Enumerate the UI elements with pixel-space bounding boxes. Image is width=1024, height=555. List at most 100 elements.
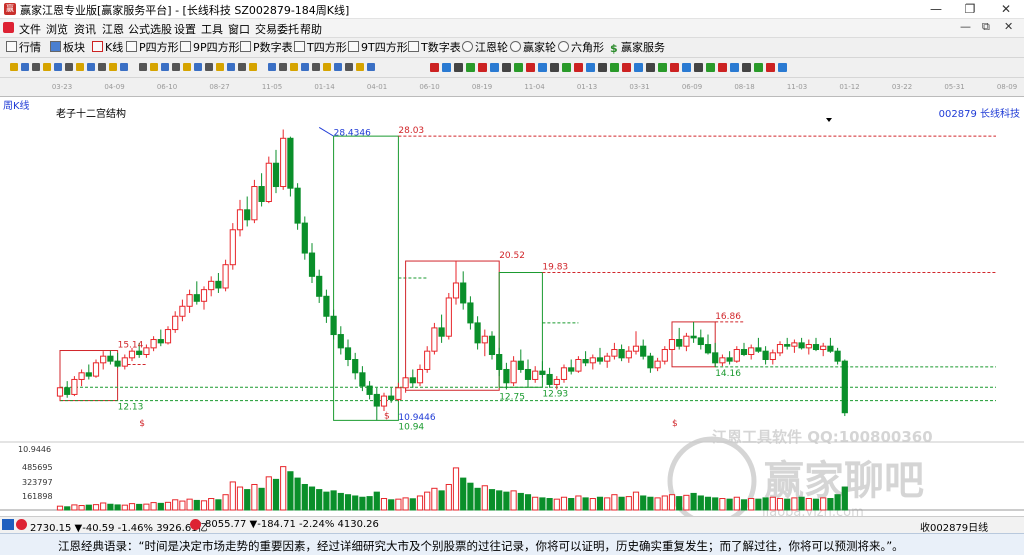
chart-area[interactable]: 周K线 老子十二宫结构 002879 长线科技 江恩工具软件 QQ:100800… — [0, 96, 1024, 526]
toolbar-t-table-label: T数字表 — [421, 41, 461, 54]
volume-bar — [668, 494, 676, 511]
menu-formula[interactable]: 公式选股 — [128, 21, 172, 37]
draw-tool-icon — [550, 63, 559, 72]
candle-body — [798, 342, 805, 349]
candle-body — [186, 294, 193, 307]
toolbar-gann-wheel[interactable]: 江恩轮 — [462, 40, 508, 55]
volume-bar — [452, 467, 460, 511]
menu-browse[interactable]: 浏览 — [46, 21, 68, 37]
left-box-bottom-label: 12.13 — [118, 403, 144, 413]
volume-bar — [402, 497, 409, 511]
draw-tool-icon — [586, 63, 595, 72]
draw-tool-icon — [466, 63, 475, 72]
volume-bar — [193, 499, 200, 511]
volume-bar — [841, 486, 848, 511]
candle-icon — [92, 41, 103, 52]
toolbar-9t-square[interactable]: 9T四方形 — [348, 40, 408, 55]
volume-bar — [776, 498, 784, 511]
volume-bar — [323, 491, 330, 511]
toolbar-hexagon[interactable]: 六角形 — [558, 40, 604, 55]
candle-body — [488, 335, 496, 356]
menu-gann[interactable]: 江恩 — [102, 21, 124, 37]
toolbar-sectors[interactable]: 板块 — [50, 40, 85, 55]
volume-bar — [546, 498, 553, 511]
close-button[interactable]: ✕ — [990, 0, 1022, 18]
mid-low-label: 12.75 — [499, 392, 525, 402]
major-range-box — [333, 135, 399, 421]
menu-file[interactable]: 文件 — [19, 21, 41, 37]
top-date-label: 05-31 — [944, 83, 964, 91]
maximize-button[interactable]: ❐ — [954, 0, 986, 18]
square-p-icon — [126, 41, 137, 52]
app-menu-icon[interactable] — [3, 22, 14, 33]
volume-bar — [632, 491, 640, 511]
volume-bar — [697, 495, 704, 511]
volume-bar — [805, 498, 812, 511]
menu-trade[interactable]: 交易委托 — [255, 21, 299, 37]
draw-tool-icon — [76, 63, 84, 71]
volume-bar — [395, 498, 402, 511]
candle-body — [359, 372, 366, 387]
minimize-button[interactable]: — — [920, 0, 952, 18]
candle-body — [402, 377, 409, 389]
menu-tools[interactable]: 工具 — [201, 21, 223, 37]
menu-info[interactable]: 资讯 — [74, 21, 96, 37]
toolbar-quotes[interactable]: 行情 — [6, 40, 41, 55]
menu-help[interactable]: 帮助 — [300, 21, 322, 37]
wheel-icon — [462, 41, 473, 52]
toolbar-t-square[interactable]: T四方形 — [294, 40, 347, 55]
price-axis-low-label: 10.9446 — [18, 445, 51, 454]
candle-body — [280, 137, 287, 188]
menu-window[interactable]: 窗口 — [228, 21, 250, 37]
toolbar-winner-service-label: 赢家服务 — [621, 41, 665, 54]
volume-bar — [496, 490, 503, 511]
volume-bar — [445, 483, 452, 511]
toolbar-p-square[interactable]: P四方形 — [126, 40, 179, 55]
status-bar: 2730.15 ▼-40.59 -1.46% 3926.61亿 8055.77 … — [0, 516, 1024, 534]
formula-dropdown-icon[interactable] — [826, 118, 832, 122]
square-t-icon — [294, 41, 305, 52]
candle-body — [776, 344, 784, 354]
volume-bar — [359, 496, 366, 511]
menu-settings[interactable]: 设置 — [174, 21, 196, 37]
volume-bar — [784, 498, 791, 511]
volume-bar — [344, 494, 352, 511]
candle-body — [712, 352, 719, 364]
candle-body — [330, 315, 337, 336]
kline-chart[interactable]: 周K线 老子十二宫结构 002879 长线科技 江恩工具软件 QQ:100800… — [0, 96, 1024, 526]
drawing-tools-strip[interactable] — [0, 58, 1024, 77]
volume-axis-label: 485695 — [22, 463, 53, 472]
mid-high-label: 20.52 — [499, 251, 525, 261]
toolbar-t-table[interactable]: T数字表 — [408, 40, 461, 55]
top-date-label: 06-09 — [682, 83, 702, 91]
candle-body — [229, 229, 236, 266]
mdi-close-button[interactable]: ✕ — [1004, 20, 1013, 33]
draw-tool-icon — [742, 63, 751, 72]
candle-body — [467, 302, 474, 324]
blocks-icon — [50, 41, 61, 52]
mdi-restore-button[interactable]: ⧉ — [982, 20, 990, 34]
candle-body — [560, 367, 568, 380]
toolbar-p-table[interactable]: P数字表 — [240, 40, 293, 55]
dollar-marker-label: $ — [384, 411, 390, 421]
volume-bar — [114, 504, 121, 511]
draw-tool-icon — [54, 63, 62, 71]
candle-body — [553, 378, 560, 385]
toolbar-winner-service[interactable]: $ 赢家服务 — [610, 40, 665, 55]
candle-body — [272, 162, 280, 188]
toolbar-kline[interactable]: K线 — [92, 40, 123, 55]
toolbar-winner-wheel[interactable]: 赢家轮 — [510, 40, 556, 55]
candle-body — [546, 373, 553, 385]
volume-axis-label: 161898 — [22, 492, 53, 501]
volume-bar — [676, 496, 683, 511]
date-axis-top: 03-23 04-09 06-10 08-27 11-05 01-14 04-01 06-10… — [52, 83, 1017, 91]
volume-bar — [416, 495, 424, 511]
candle-body — [373, 393, 380, 407]
toolbar-9p-square[interactable]: 9P四方形 — [180, 40, 240, 55]
candle-body — [733, 349, 740, 362]
mdi-minimize-button[interactable]: — — [960, 20, 971, 33]
volume-bar — [467, 482, 474, 511]
volume-bar — [388, 499, 395, 511]
candle-body — [827, 345, 834, 352]
table-t-icon — [408, 41, 419, 52]
